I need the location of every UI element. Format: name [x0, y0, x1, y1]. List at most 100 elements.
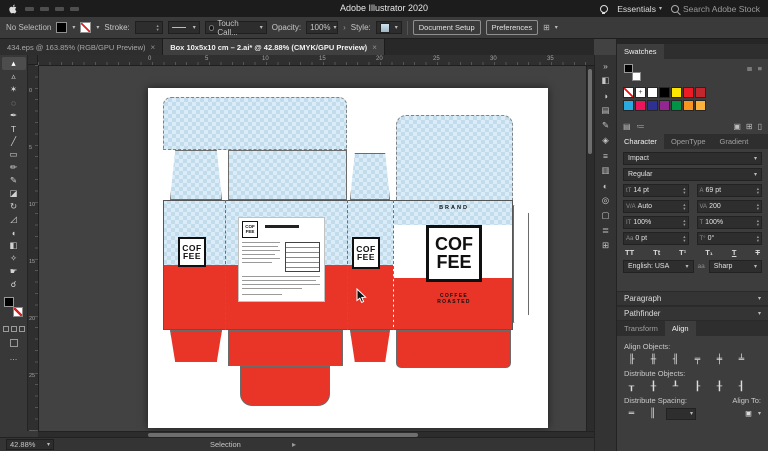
stepper-icons[interactable]: ▴▾ [757, 219, 759, 226]
rotate-tool[interactable]: ↻ [2, 200, 26, 213]
draw-behind-icon[interactable] [11, 326, 17, 332]
stepper-icons[interactable]: ▴▾ [683, 235, 685, 242]
swatch[interactable] [623, 100, 634, 111]
brushes-panel-icon[interactable]: ✎ [597, 118, 615, 133]
swatches-list-view-icon[interactable]: ≣ [746, 64, 752, 73]
more-options-icon[interactable]: › [343, 23, 346, 32]
coffee-logo-large[interactable]: COF FEE [426, 225, 482, 282]
pathfinder-panel-bar[interactable]: Pathfinder ▾ [617, 306, 768, 321]
color-guide-panel-icon[interactable]: ◑ [597, 88, 615, 103]
preferences-button[interactable]: Preferences [486, 20, 538, 35]
appearance-panel-icon[interactable]: ◎ [597, 193, 615, 208]
tracking-field[interactable]: VA200▴▾ [697, 200, 763, 213]
menu-item[interactable] [40, 7, 49, 11]
distribute-top-button[interactable]: ┰ [624, 380, 639, 393]
box-bottom-tuck-flap[interactable] [240, 366, 330, 406]
swatch[interactable] [671, 87, 682, 98]
stepper-icons[interactable]: ▴▾ [757, 203, 759, 210]
swatch[interactable] [671, 100, 682, 111]
artboards-panel-icon[interactable]: ⊞ [597, 238, 615, 253]
coffee-roasted-text[interactable]: COFFEE ROASTED [422, 293, 486, 305]
workspace-switcher[interactable]: Essentials ▾ [617, 4, 662, 14]
leading-field[interactable]: A69 pt▴▾ [697, 184, 763, 197]
layers-panel-icon[interactable]: ≣ [597, 223, 615, 238]
strikethrough-button[interactable]: T [755, 248, 760, 257]
canvas[interactable]: COF FEE COF FEE BRAND COF FEE COFFEE ROA… [38, 65, 594, 431]
stroke-profile-dropdown[interactable]: ▾ [168, 21, 200, 34]
ruler-vertical[interactable]: 051015202530 [28, 65, 39, 431]
swatch-libraries-icon[interactable]: ▤ [623, 122, 631, 131]
style-dropdown[interactable]: ▾ [376, 21, 402, 34]
tab-gradient[interactable]: Gradient [713, 134, 756, 149]
registration-swatch[interactable]: + [635, 87, 646, 98]
stroke-color-swatch[interactable] [80, 22, 91, 33]
document-tab[interactable]: 434.eps @ 163.85% (RGB/GPU Preview) × [0, 39, 163, 55]
subscript-button[interactable]: T₁ [705, 248, 713, 257]
stock-search[interactable]: Search Adobe Stock [671, 4, 760, 14]
fill-proxy-swatch[interactable] [4, 297, 14, 307]
box-lid-flap[interactable] [163, 97, 347, 150]
language-select[interactable]: English: USA ▾ [623, 260, 694, 273]
stroke-chevron-icon[interactable]: ▾ [96, 24, 99, 31]
superscript-button[interactable]: T¹ [679, 248, 686, 257]
zoom-level-select[interactable]: 42.88% ▾ [6, 439, 54, 450]
draw-normal-icon[interactable] [3, 326, 9, 332]
swatches-menu-icon[interactable]: ≡ [758, 64, 762, 73]
align-to-selection-button[interactable]: ▣ [741, 407, 756, 420]
symbols-panel-icon[interactable]: ◈ [597, 133, 615, 148]
hand-tool[interactable]: ☛ [2, 265, 26, 278]
stepper-icons[interactable]: ▴▾ [757, 235, 759, 242]
swatch[interactable] [683, 87, 694, 98]
stroke-proxy-swatch[interactable] [13, 307, 23, 317]
type-tool[interactable]: T [2, 122, 26, 135]
small-caps-button[interactable]: Tt [653, 248, 660, 257]
fill-color-swatch[interactable] [56, 22, 67, 33]
horizontal-distribute-space-button[interactable]: ║ [645, 407, 660, 420]
gradient-panel-icon[interactable]: ▥ [597, 163, 615, 178]
stepper-icons[interactable]: ▴▾ [156, 24, 158, 31]
scale-tool[interactable]: ◿ [2, 213, 26, 226]
coffee-logo-small[interactable]: COF FEE [178, 237, 206, 267]
fill-chevron-icon[interactable]: ▾ [72, 24, 75, 31]
align-left-button[interactable]: ╟ [624, 353, 639, 366]
expand-panels-icon[interactable]: » [597, 58, 615, 73]
transparency-panel-icon[interactable]: ◐ [597, 178, 615, 193]
align-right-button[interactable]: ╢ [668, 353, 683, 366]
lightbulb-icon[interactable] [600, 5, 608, 13]
edit-toolbar-icon[interactable]: … [10, 353, 18, 362]
swatch[interactable] [647, 100, 658, 111]
tab-opentype[interactable]: OpenType [664, 134, 713, 149]
vertical-scrollbar[interactable] [586, 65, 594, 431]
new-swatch-icon[interactable]: ⊞ [746, 122, 753, 131]
distribute-right-button[interactable]: ┨ [734, 380, 749, 393]
anti-alias-select[interactable]: Sharp ▾ [709, 260, 762, 273]
document-setup-button[interactable]: Document Setup [413, 20, 481, 35]
distribute-left-button[interactable]: ┠ [690, 380, 705, 393]
distribute-v-center-button[interactable]: ╂ [646, 380, 661, 393]
swatch[interactable] [659, 87, 670, 98]
opacity-dropdown[interactable]: 100% ▾ [306, 21, 338, 34]
chevron-down-icon[interactable]: ▾ [555, 24, 558, 31]
rectangle-tool[interactable]: ▭ [2, 148, 26, 161]
new-color-group-icon[interactable]: ▣ [733, 122, 741, 131]
pencil-tool[interactable]: ✎ [2, 174, 26, 187]
underline-button[interactable]: T [732, 248, 737, 257]
box-neck-panel[interactable] [228, 150, 347, 200]
box-top-flap-left[interactable] [170, 150, 222, 200]
graphic-styles-panel-icon[interactable]: ▢ [597, 208, 615, 223]
font-family-select[interactable]: Impact ▾ [623, 152, 762, 165]
libraries-panel-icon[interactable]: ▤ [597, 103, 615, 118]
stepper-icons[interactable]: ▴▾ [683, 219, 685, 226]
eyedropper-tool[interactable]: ✧ [2, 252, 26, 265]
swatch-kinds-menu-icon[interactable]: ≔ [637, 122, 645, 131]
line-segment-tool[interactable]: ╱ [2, 135, 26, 148]
lasso-tool[interactable]: ◌ [2, 96, 26, 109]
ruler-horizontal[interactable]: 05101520253035 [38, 55, 594, 66]
brand-text[interactable]: BRAND [426, 205, 482, 211]
box-bottom-flap-left[interactable] [170, 330, 222, 362]
front-panel-blue-band[interactable] [394, 200, 513, 225]
box-bottom-flap-center[interactable] [228, 330, 343, 366]
fill-stroke-indicator[interactable] [2, 296, 26, 320]
box-bottom-flap-right[interactable] [396, 330, 511, 368]
magic-wand-tool[interactable]: ✶ [2, 83, 26, 96]
